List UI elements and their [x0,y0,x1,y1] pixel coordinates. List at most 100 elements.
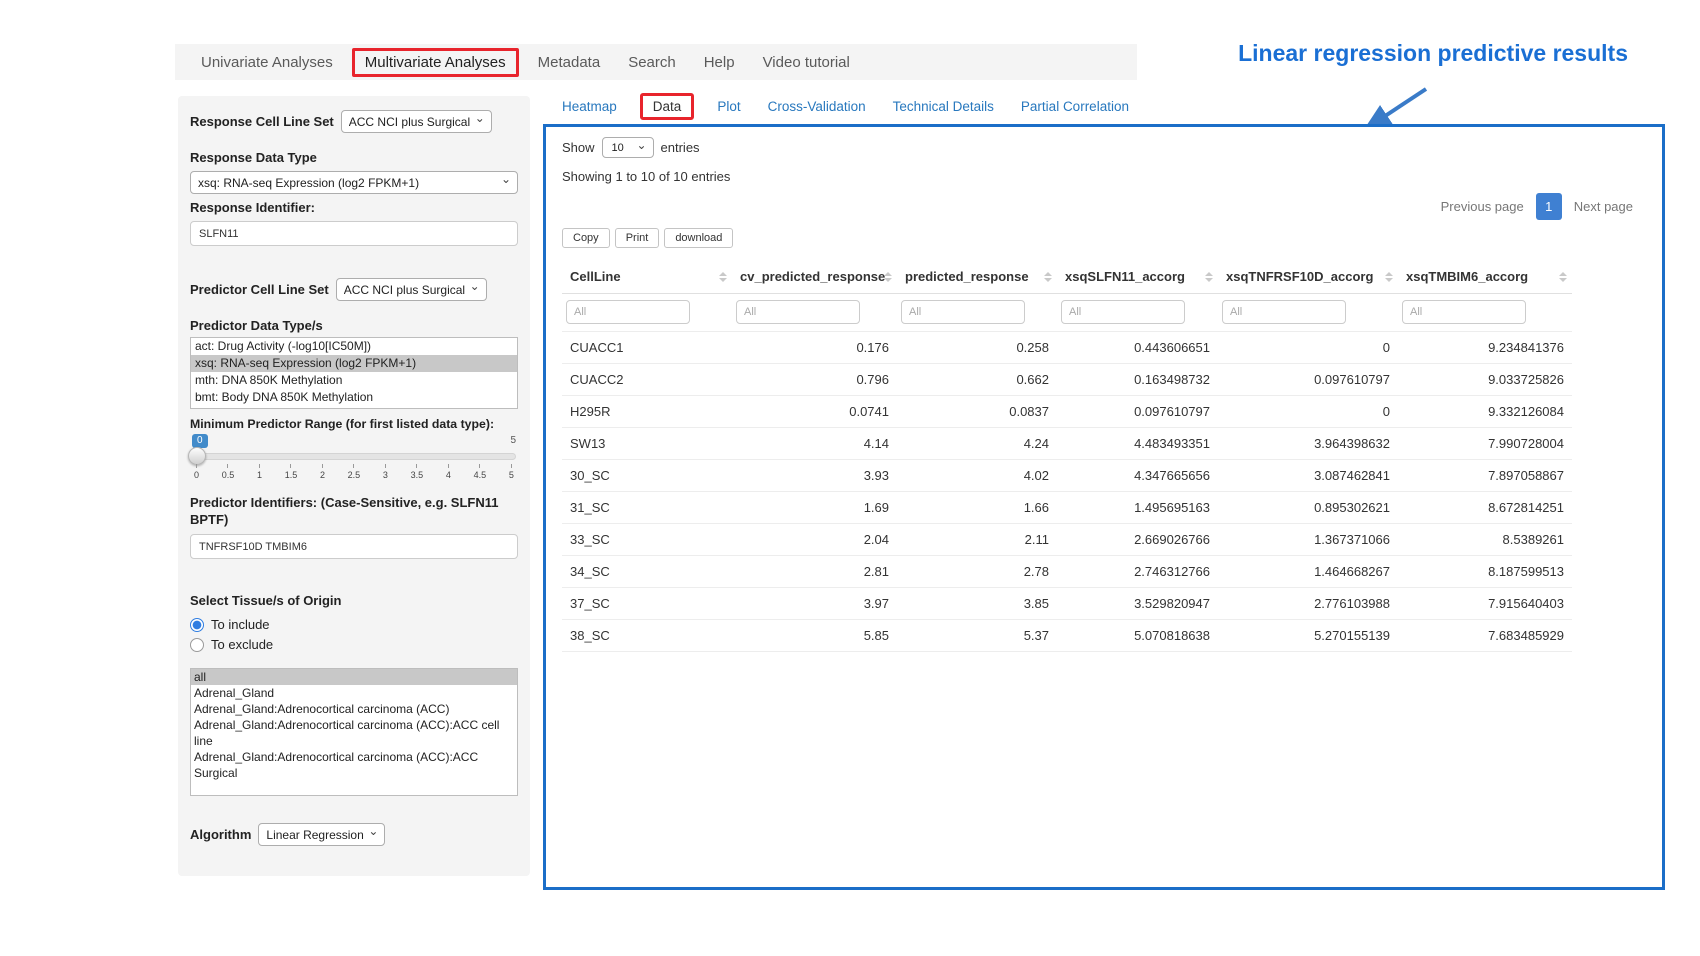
tab-plot[interactable]: Plot [717,99,740,114]
list-option-adrenal-gland-adrenocortical-carcinoma-acc[interactable]: Adrenal_Gland:Adrenocortical carcinoma (… [191,701,517,717]
page: Univariate AnalysesMultivariate Analyses… [0,0,1700,956]
list-option-adrenal-gland[interactable]: Adrenal_Gland [191,685,517,701]
value-cell: 7.990728004 [1398,428,1572,460]
column-header-xsqslfn11-accorg[interactable]: xsqSLFN11_accorg [1057,260,1218,294]
predictor-identifiers-input[interactable] [190,534,518,559]
slider-track[interactable] [192,453,516,460]
slider-handle[interactable] [188,447,206,465]
slider-tick-mark [290,464,291,468]
tab-heatmap[interactable]: Heatmap [562,99,617,114]
nav-item-multivariate-analyses[interactable]: Multivariate Analyses [352,48,519,77]
tissue-radio-to-include[interactable]: To include [190,617,518,632]
filter-input-predicted-response[interactable] [901,300,1025,324]
table-row: 34_SC2.812.782.7463127661.4646682678.187… [562,556,1572,588]
slider-ticks: 00.511.522.533.544.55 [194,464,514,480]
value-cell: 4.14 [732,428,897,460]
column-header-xsqtnfrsf10d-accorg[interactable]: xsqTNFRSF10D_accorg [1218,260,1398,294]
column-header-label: xsqSLFN11_accorg [1065,269,1185,284]
list-option-xsq-rna-seq-expression-log2-fpkm-1[interactable]: xsq: RNA-seq Expression (log2 FPKM+1) [191,355,517,372]
list-option-act-drug-activity-log10-ic50m[interactable]: act: Drug Activity (-log10[IC50M]) [191,338,517,355]
predictor-data-type-listbox[interactable]: act: Drug Activity (-log10[IC50M])xsq: R… [190,337,518,409]
response-cell-line-set-select-wrap: ACC NCI plus Surgical [341,110,492,133]
list-option-mth-dna-850k-methylation[interactable]: mth: DNA 850K Methylation [191,372,517,389]
value-cell: 4.347665656 [1057,460,1218,492]
list-option-all[interactable]: all [191,669,517,685]
list-option-bmt-body-dna-850k-methylation[interactable]: bmt: Body DNA 850K Methylation [191,389,517,406]
list-option-adrenal-gland-adrenocortical-carcinoma-acc-acc-surgical[interactable]: Adrenal_Gland:Adrenocortical carcinoma (… [191,749,517,781]
table-filter-row [562,294,1572,332]
response-cell-line-set-label: Response Cell Line Set [190,114,334,129]
value-cell: 0.443606651 [1057,332,1218,364]
table-row: 30_SC3.934.024.3476656563.0874628417.897… [562,460,1572,492]
show-entries-select-wrap: 10 [602,137,654,158]
print-button[interactable]: Print [615,228,660,248]
filter-input-cellline[interactable] [566,300,690,324]
sort-down-icon [719,278,727,282]
column-header-cellline[interactable]: CellLine [562,260,732,294]
min-predictor-range-slider[interactable]: 0 5 00.511.522.533.544.55 [192,434,516,484]
table-row: CUACC10.1760.2580.44360665109.234841376 [562,332,1572,364]
filter-input-xsqtmbim6-accorg[interactable] [1402,300,1526,324]
value-cell: 7.897058867 [1398,460,1572,492]
algorithm-select[interactable]: Linear Regression [258,823,385,846]
tissue-listbox[interactable]: allAdrenal_GlandAdrenal_Gland:Adrenocort… [190,668,518,796]
value-cell: 0.796 [732,364,897,396]
table-info: Showing 1 to 10 of 10 entries [562,169,1646,184]
nav-item-help[interactable]: Help [690,48,749,77]
sort-icon[interactable] [1385,272,1393,282]
filter-input-cv-predicted-response[interactable] [736,300,860,324]
table-row: H295R0.07410.08370.09761079709.332126084 [562,396,1572,428]
tab-cross-validation[interactable]: Cross-Validation [768,99,866,114]
slider-tick-mark [259,464,260,468]
copy-button[interactable]: Copy [562,228,610,248]
tissue-radio-to-exclude[interactable]: To exclude [190,637,518,652]
sort-icon[interactable] [1205,272,1213,282]
response-identifier-input[interactable] [190,221,518,246]
algorithm-label: Algorithm [190,827,251,842]
nav-item-video-tutorial[interactable]: Video tutorial [749,48,864,77]
min-predictor-range-label: Minimum Predictor Range (for first liste… [190,417,518,431]
radio-input-to-include[interactable] [190,618,204,632]
slider-tick-label: 1.5 [285,470,298,480]
response-data-type-select-wrap: xsq: RNA-seq Expression (log2 FPKM+1) [190,171,518,194]
sort-down-icon [1559,278,1567,282]
response-data-type-select[interactable]: xsq: RNA-seq Expression (log2 FPKM+1) [190,171,518,194]
response-cell-line-set-select[interactable]: ACC NCI plus Surgical [341,110,492,133]
slider-tick-mark [322,464,323,468]
list-option-adrenal-gland-adrenocortical-carcinoma-acc-acc-cell-line[interactable]: Adrenal_Gland:Adrenocortical carcinoma (… [191,717,517,749]
sort-icon[interactable] [719,272,727,282]
column-header-xsqtmbim6-accorg[interactable]: xsqTMBIM6_accorg [1398,260,1572,294]
sort-icon[interactable] [884,272,892,282]
pagination: Previous page 1 Next page [1434,193,1640,220]
page-number-button[interactable]: 1 [1536,193,1562,220]
table-row: 33_SC2.042.112.6690267661.3673710668.538… [562,524,1572,556]
filter-input-xsqslfn11-accorg[interactable] [1061,300,1185,324]
tab-technical-details[interactable]: Technical Details [893,99,994,114]
value-cell: 9.234841376 [1398,332,1572,364]
next-page-button[interactable]: Next page [1567,195,1640,218]
filter-cell-cv-predicted-response [732,294,897,332]
sort-icon[interactable] [1559,272,1567,282]
nav-item-search[interactable]: Search [614,48,690,77]
download-button[interactable]: download [664,228,733,248]
slider-max-label: 5 [510,434,516,448]
value-cell: 0.163498732 [1057,364,1218,396]
predictor-identifiers-label: Predictor Identifiers: (Case-Sensitive, … [190,494,518,528]
column-header-predicted-response[interactable]: predicted_response [897,260,1057,294]
nav-item-metadata[interactable]: Metadata [524,48,615,77]
tab-partial-correlation[interactable]: Partial Correlation [1021,99,1129,114]
nav-item-univariate-analyses[interactable]: Univariate Analyses [187,48,347,77]
show-entries-select[interactable]: 10 [602,137,654,158]
filter-input-xsqtnfrsf10d-accorg[interactable] [1222,300,1346,324]
previous-page-button[interactable]: Previous page [1434,195,1531,218]
value-cell: 3.97 [732,588,897,620]
column-header-cv-predicted-response[interactable]: cv_predicted_response [732,260,897,294]
tab-data[interactable]: Data [640,93,695,120]
slider-tick-label: 0 [194,470,199,480]
value-cell: 3.964398632 [1218,428,1398,460]
radio-input-to-exclude[interactable] [190,638,204,652]
predictor-cell-line-set-select[interactable]: ACC NCI plus Surgical [336,278,487,301]
predictor-cell-line-set-select-wrap: ACC NCI plus Surgical [336,278,487,301]
value-cell: 0.097610797 [1057,396,1218,428]
sort-icon[interactable] [1044,272,1052,282]
